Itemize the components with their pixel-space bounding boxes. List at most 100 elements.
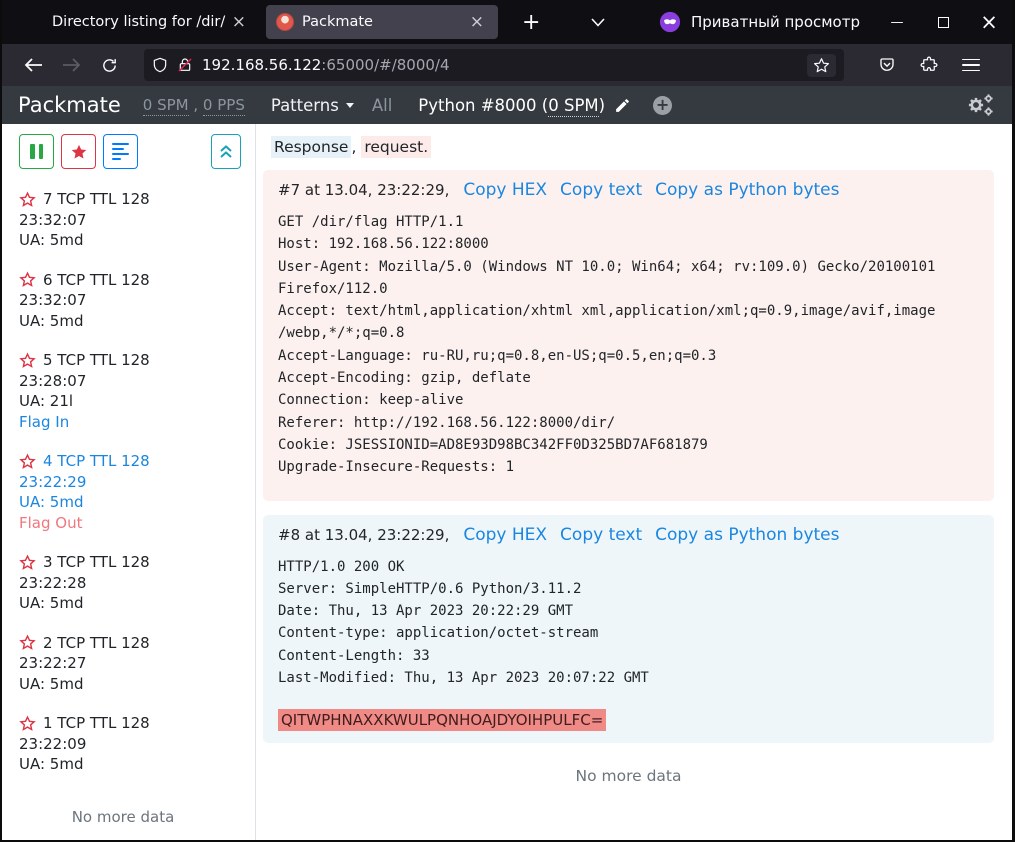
back-button[interactable] (16, 50, 50, 80)
packet-ua: UA: 5md (19, 230, 255, 251)
copy-text-link[interactable]: Copy text (560, 525, 642, 545)
legend-response-chip: Response (271, 136, 351, 158)
window-close-button[interactable]: × (966, 0, 1012, 44)
collapse-all-button[interactable] (211, 134, 241, 169)
flag-out-link[interactable]: Flag Out (19, 513, 255, 534)
flag-match-line: QITWPHNAXXKWULPQNHOAJDYOIHPULFC= (278, 711, 979, 729)
flag-highlight: QITWPHNAXXKWULPQNHOAJDYOIHPULFC= (278, 709, 606, 731)
window-maximize-button[interactable] (920, 0, 966, 44)
private-label: Приватный просмотр (691, 13, 860, 31)
private-browsing-badge: Приватный просмотр (659, 11, 860, 33)
favorite-star-icon[interactable] (19, 271, 36, 288)
packet-payload: HTTP/1.0 200 OK Server: SimpleHTTP/0.6 P… (278, 556, 979, 690)
browser-titlebar: Directory listing for /dir/ × Packmate ×… (2, 0, 1012, 44)
app-brand[interactable]: Packmate (18, 93, 121, 117)
reload-button[interactable] (92, 50, 126, 80)
list-view-button[interactable] (103, 134, 138, 169)
edit-pencil-icon[interactable] (614, 97, 631, 114)
tab-title: Packmate (302, 14, 466, 30)
toolbar-icons (870, 50, 988, 80)
packet-list-item[interactable]: 6 TCP TTL 128 23:32:07 UA: 5md (19, 270, 255, 332)
menu-hamburger-icon[interactable] (954, 50, 988, 80)
chevron-down-icon (346, 103, 354, 108)
packet-ua: UA: 5md (19, 311, 255, 332)
copy-hex-link[interactable]: Copy HEX (463, 180, 547, 200)
packet-ua: UA: 21l (19, 391, 255, 412)
url-bar[interactable]: 192.168.56.122:65000/#/8000/4 (144, 49, 844, 81)
pause-icon (30, 144, 43, 159)
tab-title: Directory listing for /dir/ (38, 14, 228, 30)
favorite-star-icon[interactable] (19, 554, 36, 571)
packet-time: 23:28:07 (19, 371, 255, 392)
traffic-stats: 0 SPM , 0 PPS (143, 96, 245, 114)
add-service-button[interactable]: + (653, 96, 672, 115)
flag-in-link[interactable]: Flag In (19, 412, 255, 433)
packet-time: 23:32:07 (19, 290, 255, 311)
packet-time: 23:22:27 (19, 653, 255, 674)
copy-actions: Copy HEX Copy text Copy as Python bytes (463, 180, 839, 200)
packet-list-item[interactable]: 2 TCP TTL 128 23:22:27 UA: 5md (19, 633, 255, 695)
private-mask-icon (659, 11, 681, 33)
tab-packmate[interactable]: Packmate × (266, 5, 498, 39)
favorite-star-icon[interactable] (19, 634, 36, 651)
packet-time: 23:22:28 (19, 573, 255, 594)
list-icon (112, 143, 129, 161)
copy-hex-link[interactable]: Copy HEX (463, 525, 547, 545)
packet-payload: GET /dir/flag HTTP/1.1 Host: 192.168.56.… (278, 211, 979, 479)
copy-actions: Copy HEX Copy text Copy as Python bytes (463, 525, 839, 545)
packet-time: 23:22:09 (19, 734, 255, 755)
packet-list-item[interactable]: 1 TCP TTL 128 23:22:09 UA: 5md (19, 713, 255, 775)
packet-list-item-selected[interactable]: 4 TCP TTL 128 23:22:29 UA: 5md Flag Out (19, 451, 255, 533)
star-icon (70, 143, 88, 161)
tab-close-icon[interactable]: × (228, 14, 250, 31)
packet-list-item[interactable]: 5 TCP TTL 128 23:28:07 UA: 21l Flag In (19, 350, 255, 432)
new-tab-button[interactable]: + (514, 10, 548, 35)
pause-capture-button[interactable] (19, 134, 54, 169)
browser-navbar: 192.168.56.122:65000/#/8000/4 (2, 44, 1012, 86)
favorite-star-icon[interactable] (19, 352, 36, 369)
service-all-link[interactable]: All (372, 96, 392, 115)
bookmark-star-icon[interactable] (807, 54, 836, 77)
favorite-star-icon[interactable] (19, 191, 36, 208)
content-area: 7 TCP TTL 128 23:32:07 UA: 5md 6 TCP TTL… (2, 124, 1012, 840)
extensions-puzzle-icon[interactable] (912, 50, 946, 80)
packet-list-item[interactable]: 3 TCP TTL 128 23:22:28 UA: 5md (19, 552, 255, 614)
favorites-filter-button[interactable] (61, 134, 96, 169)
packet-sidebar: 7 TCP TTL 128 23:32:07 UA: 5md 6 TCP TTL… (2, 124, 256, 840)
tab-directory-listing[interactable]: Directory listing for /dir/ × (28, 5, 260, 39)
packet-card-request: #7 at 13.04, 23:22:29, Copy HEX Copy tex… (263, 170, 994, 501)
packmate-header: Packmate 0 SPM , 0 PPS Patterns All Pyth… (2, 86, 1012, 124)
tab-close-icon[interactable]: × (466, 14, 488, 31)
copy-python-bytes-link[interactable]: Copy as Python bytes (655, 180, 839, 200)
packet-ua: UA: 5md (19, 492, 255, 513)
packet-list-item[interactable]: 7 TCP TTL 128 23:32:07 UA: 5md (19, 189, 255, 251)
sidebar-toolbar (19, 134, 255, 169)
packet-header: #8 at 13.04, 23:22:29, (278, 526, 449, 544)
url-text[interactable]: 192.168.56.122:65000/#/8000/4 (202, 56, 798, 74)
insecure-lock-icon[interactable] (177, 56, 193, 74)
sidebar-no-more-data: No more data (19, 808, 227, 826)
packet-ua: UA: 5md (19, 593, 255, 614)
titlebar-right: Приватный просмотр — × (565, 0, 1012, 44)
pocket-icon[interactable] (870, 50, 904, 80)
forward-button[interactable] (54, 50, 88, 80)
double-chevron-up-icon (219, 144, 233, 160)
packet-ua: UA: 5md (19, 674, 255, 695)
favorite-star-icon[interactable] (19, 453, 36, 470)
packet-time: 23:22:29 (19, 472, 255, 493)
main-no-more-data: No more data (263, 767, 994, 785)
favorite-star-icon[interactable] (19, 715, 36, 732)
window-minimize-button[interactable]: — (874, 0, 920, 44)
legend-request-chip: request. (361, 136, 431, 158)
browser-window: Directory listing for /dir/ × Packmate ×… (0, 0, 1015, 842)
patterns-dropdown[interactable]: Patterns (271, 96, 354, 115)
packet-card-response: #8 at 13.04, 23:22:29, Copy HEX Copy tex… (263, 515, 994, 744)
settings-gears-icon[interactable] (966, 93, 996, 117)
copy-text-link[interactable]: Copy text (560, 180, 642, 200)
tracking-shield-icon[interactable] (152, 56, 168, 74)
service-current[interactable]: Python #8000 (0 SPM) (418, 96, 631, 115)
tab-strip: Directory listing for /dir/ × Packmate ×… (2, 0, 548, 44)
list-all-tabs-icon[interactable] (565, 18, 631, 27)
copy-python-bytes-link[interactable]: Copy as Python bytes (655, 525, 839, 545)
packet-header: #7 at 13.04, 23:22:29, (278, 181, 449, 199)
